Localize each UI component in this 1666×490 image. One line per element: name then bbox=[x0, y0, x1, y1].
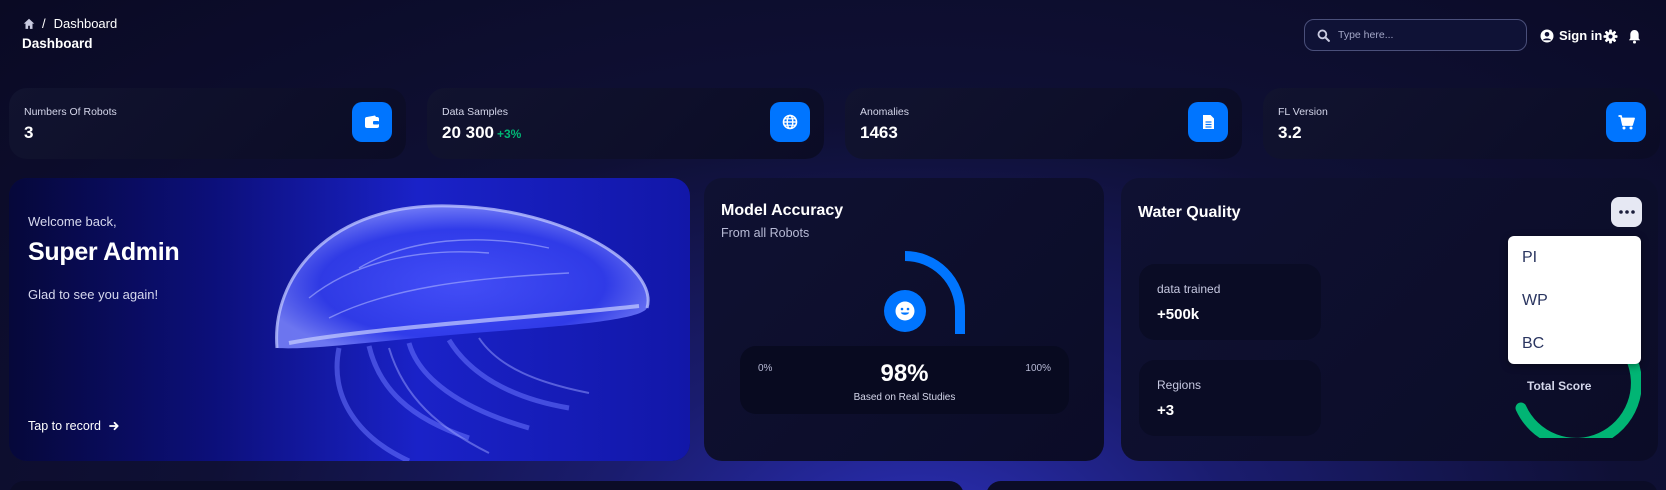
accuracy-note: Based on Real Studies bbox=[853, 392, 956, 403]
signin-button[interactable]: Sign in bbox=[1540, 28, 1602, 43]
total-score-gauge bbox=[1515, 358, 1641, 438]
metric-data-trained: data trained +500k bbox=[1139, 264, 1321, 340]
stat-label: FL Version bbox=[1278, 106, 1328, 118]
stat-card-version: FL Version 3.2 bbox=[1263, 88, 1660, 159]
total-score-label: Total Score bbox=[1527, 379, 1592, 393]
stat-card-samples: Data Samples 20 300 +3% bbox=[427, 88, 824, 159]
bell-icon[interactable] bbox=[1628, 29, 1641, 44]
stat-delta: +3% bbox=[497, 127, 522, 141]
stat-label: Numbers Of Robots bbox=[24, 106, 117, 118]
breadcrumb: / Dashboard bbox=[22, 16, 117, 31]
stat-value: 1463 bbox=[860, 123, 898, 142]
document-icon bbox=[1188, 102, 1228, 142]
cart-icon bbox=[1606, 102, 1646, 142]
search-input[interactable] bbox=[1338, 29, 1518, 41]
stat-label: Anomalies bbox=[860, 106, 910, 118]
search-icon bbox=[1317, 29, 1330, 42]
wallet-icon bbox=[352, 102, 392, 142]
stat-card-robots: Numbers Of Robots 3 bbox=[9, 88, 406, 159]
breadcrumb-current[interactable]: Dashboard bbox=[54, 16, 118, 31]
model-accuracy-subtitle: From all Robots bbox=[721, 226, 810, 240]
stat-card-anomalies: Anomalies 1463 bbox=[845, 88, 1242, 159]
accuracy-panel: 0% 98% 100% Based on Real Studies bbox=[740, 346, 1069, 414]
home-icon[interactable] bbox=[22, 17, 36, 31]
page-title: Dashboard bbox=[22, 36, 93, 51]
more-options-button[interactable] bbox=[1611, 197, 1642, 227]
metric-value: +3 bbox=[1157, 402, 1175, 419]
options-menu: PI WP BC bbox=[1508, 236, 1641, 364]
metric-label: data trained bbox=[1157, 282, 1221, 296]
metric-value: +500k bbox=[1157, 306, 1200, 323]
tap-to-record-link[interactable]: Tap to record bbox=[28, 419, 119, 433]
tap-to-record-label: Tap to record bbox=[28, 419, 101, 433]
accuracy-max-label: 100% bbox=[1025, 363, 1051, 374]
bottom-card-right bbox=[986, 481, 1658, 490]
water-quality-card: Water Quality data trained +500k Regions… bbox=[1121, 178, 1658, 461]
stat-label: Data Samples bbox=[442, 106, 508, 118]
stat-value: 3.2 bbox=[1278, 123, 1302, 142]
stat-value: 3 bbox=[24, 123, 34, 142]
search-box[interactable] bbox=[1304, 19, 1527, 51]
welcome-greeting: Welcome back, bbox=[28, 214, 117, 229]
accuracy-value: 98% bbox=[880, 360, 929, 387]
more-dots-icon bbox=[1618, 210, 1635, 214]
menu-item-bc[interactable]: BC bbox=[1522, 335, 1544, 353]
menu-item-wp[interactable]: WP bbox=[1522, 292, 1548, 310]
signin-label: Sign in bbox=[1559, 28, 1603, 43]
globe-icon bbox=[770, 102, 810, 142]
bottom-card-left bbox=[9, 481, 964, 490]
smile-icon bbox=[884, 290, 926, 332]
model-accuracy-title: Model Accuracy bbox=[721, 202, 844, 219]
gear-icon[interactable] bbox=[1603, 29, 1618, 44]
stat-value: 20 300 +3% bbox=[442, 123, 522, 142]
welcome-subtitle: Glad to see you again! bbox=[28, 287, 159, 302]
metric-label: Regions bbox=[1157, 378, 1202, 392]
breadcrumb-separator: / bbox=[42, 16, 46, 31]
topbar: / Dashboard Dashboard bbox=[22, 16, 117, 51]
model-accuracy-card: Model Accuracy From all Robots 0% 98% 10… bbox=[704, 178, 1104, 461]
user-circle-icon bbox=[1540, 29, 1554, 42]
welcome-name: Super Admin bbox=[28, 238, 180, 266]
welcome-text: Welcome back, Super Admin Glad to see yo… bbox=[28, 214, 180, 302]
welcome-card: Welcome back, Super Admin Glad to see yo… bbox=[9, 178, 690, 461]
arrow-right-icon bbox=[109, 421, 119, 431]
metric-regions: Regions +3 bbox=[1139, 360, 1321, 436]
menu-item-pi[interactable]: PI bbox=[1522, 249, 1537, 267]
water-quality-title: Water Quality bbox=[1138, 204, 1241, 221]
